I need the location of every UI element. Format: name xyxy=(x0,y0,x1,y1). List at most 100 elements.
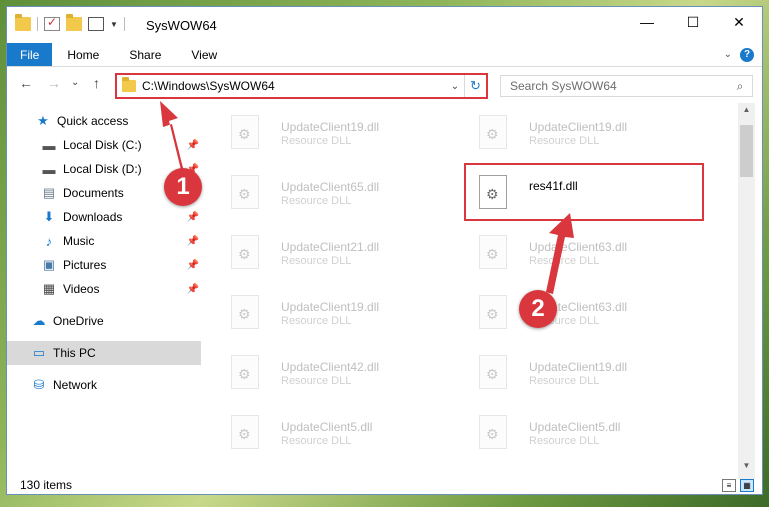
drive-icon: ▬ xyxy=(42,161,56,177)
pictures-icon: ▣ xyxy=(42,257,56,272)
ribbon-tabs: File Home Share View ⌄ ? xyxy=(7,43,762,67)
recent-locations-chevron-icon[interactable]: ⌄ xyxy=(71,77,79,88)
file-type: Resource DLL xyxy=(281,315,352,327)
back-arrow-icon[interactable]: ← xyxy=(19,75,33,91)
address-path[interactable]: C:\Windows\SysWOW64 xyxy=(142,79,446,93)
file-type: Resource DLL xyxy=(529,375,600,387)
annotation-badge-2: 2 xyxy=(519,290,557,328)
address-history-chevron-icon[interactable]: ⌄ xyxy=(446,81,464,92)
file-name: UpdateClient19.dll xyxy=(529,360,628,374)
pin-icon[interactable]: 📌 xyxy=(187,236,199,247)
sidebar-item-downloads[interactable]: ⬇ Downloads 📌 xyxy=(7,205,201,229)
sidebar-item-pictures[interactable]: ▣ Pictures 📌 xyxy=(7,253,201,277)
refresh-icon[interactable]: ↻ xyxy=(464,75,486,97)
minimize-button[interactable]: — xyxy=(624,7,670,37)
file-name: UpdateClient19.dll xyxy=(529,120,628,134)
file-item[interactable]: UpdateClient5.dll Resource DLL xyxy=(449,407,689,457)
sidebar-item-label: Local Disk (D:) xyxy=(63,162,142,176)
videos-icon: ▦ xyxy=(42,281,56,296)
search-input[interactable]: Search SysWOW64 xyxy=(501,79,728,93)
search-box[interactable]: Search SysWOW64 ⌕ xyxy=(500,75,753,97)
sidebar-item-label: Downloads xyxy=(63,210,123,224)
expand-ribbon-chevron-icon[interactable]: ⌄ xyxy=(724,49,732,60)
folder-icon xyxy=(122,77,136,92)
file-name: UpdateClient42.dll xyxy=(281,360,380,374)
tab-file[interactable]: File xyxy=(7,43,53,66)
address-bar[interactable]: C:\Windows\SysWOW64 ⌄ ↻ xyxy=(115,73,488,99)
highlight-box-res41f xyxy=(464,163,704,221)
tab-home[interactable]: Home xyxy=(52,43,114,66)
file-type: Resource DLL xyxy=(529,255,600,267)
new-folder-icon[interactable] xyxy=(66,14,82,31)
sidebar-item-label: This PC xyxy=(53,346,96,360)
pin-icon[interactable]: 📌 xyxy=(187,260,199,271)
sidebar-item-quick-access[interactable]: ★ Quick access xyxy=(7,109,201,133)
forward-arrow-icon[interactable]: → xyxy=(47,75,61,91)
up-arrow-icon[interactable]: ↑ xyxy=(93,75,100,91)
file-item[interactable]: UpdateClient63.dll Resource DLL xyxy=(449,227,689,277)
sidebar-item-label: Quick access xyxy=(57,114,129,128)
file-item[interactable]: UpdateClient5.dll Resource DLL xyxy=(201,407,441,457)
sidebar-item-onedrive[interactable]: ☁ OneDrive xyxy=(7,309,201,333)
pin-icon[interactable]: 📌 xyxy=(187,212,199,223)
pin-icon[interactable]: 📌 xyxy=(187,140,199,151)
toolbar-divider xyxy=(123,17,125,31)
file-item[interactable]: UpdateClient42.dll Resource DLL xyxy=(201,347,441,397)
customize-toolbar-chevron-icon[interactable]: ▼ xyxy=(110,20,118,29)
file-name: UpdateClient19.dll xyxy=(281,300,380,314)
dll-file-icon xyxy=(231,355,259,389)
sidebar-item-this-pc[interactable]: ▭ This PC xyxy=(7,341,201,365)
close-button[interactable]: ✕ xyxy=(716,7,762,37)
file-item[interactable]: UpdateClient19.dll Resource DLL xyxy=(449,107,689,157)
file-list: UpdateClient19.dll Resource DLL UpdateCl… xyxy=(201,101,737,477)
file-type: Resource DLL xyxy=(281,375,352,387)
navigation-pane: ★ Quick access ▬ Local Disk (C:) 📌 ▬ Loc… xyxy=(7,107,201,467)
network-icon: ⛁ xyxy=(33,377,45,392)
file-item[interactable]: UpdateClient65.dll Resource DLL xyxy=(201,167,441,217)
maximize-button[interactable]: ☐ xyxy=(670,7,716,37)
properties-check-icon[interactable] xyxy=(44,15,60,31)
dll-file-icon xyxy=(231,415,259,449)
sidebar-item-network[interactable]: ⛁ Network xyxy=(7,373,201,397)
scrollbar-thumb[interactable] xyxy=(740,125,753,177)
explorer-window: ▼ SysWOW64 — ☐ ✕ File Home Share View ⌄ … xyxy=(6,6,763,495)
tab-share[interactable]: Share xyxy=(114,43,176,66)
sidebar-item-label: Music xyxy=(63,234,95,248)
search-icon[interactable]: ⌕ xyxy=(728,79,752,94)
file-name: UpdateClient19.dll xyxy=(281,120,380,134)
sidebar-item-label: Videos xyxy=(63,282,100,296)
view-switcher: ≡ ▦ xyxy=(722,478,754,492)
title-bar: ▼ SysWOW64 — ☐ ✕ xyxy=(7,7,762,43)
tiles-view-icon[interactable]: ▦ xyxy=(740,478,754,492)
vertical-scrollbar[interactable]: ▲ ▼ xyxy=(738,103,755,479)
dll-file-icon xyxy=(231,115,259,149)
quick-access-toolbar: ▼ xyxy=(15,14,125,31)
sidebar-item-local-disk-c[interactable]: ▬ Local Disk (C:) 📌 xyxy=(7,133,201,157)
navigation-bar: ← → ⌄ ↑ C:\Windows\SysWOW64 ⌄ ↻ Search S… xyxy=(7,67,762,101)
music-icon: ♪ xyxy=(45,233,53,249)
scroll-up-arrow-icon[interactable]: ▲ xyxy=(738,105,755,121)
sidebar-item-label: Pictures xyxy=(63,258,107,272)
file-item[interactable]: UpdateClient21.dll Resource DLL xyxy=(201,227,441,277)
details-view-icon[interactable]: ≡ xyxy=(722,478,736,492)
sidebar-item-music[interactable]: ♪ Music 📌 xyxy=(7,229,201,253)
onedrive-icon: ☁ xyxy=(32,313,46,328)
pin-icon[interactable]: 📌 xyxy=(187,284,199,295)
file-item[interactable]: UpdateClient63.dll Resource DLL xyxy=(449,287,689,337)
sidebar-item-label: Local Disk (C:) xyxy=(63,138,142,152)
tab-view[interactable]: View xyxy=(176,43,232,66)
properties-icon[interactable] xyxy=(88,17,104,31)
status-bar: 130 items ≡ ▦ xyxy=(7,474,762,494)
file-type: Resource DLL xyxy=(281,255,352,267)
folder-icon xyxy=(15,14,31,31)
file-name: UpdateClient63.dll xyxy=(529,240,628,254)
file-item[interactable]: UpdateClient19.dll Resource DLL xyxy=(201,287,441,337)
documents-icon: ▤ xyxy=(42,185,56,200)
pc-icon: ▭ xyxy=(32,345,46,360)
sidebar-item-label: OneDrive xyxy=(53,314,104,328)
help-icon[interactable]: ? xyxy=(740,47,754,62)
file-item[interactable]: UpdateClient19.dll Resource DLL xyxy=(449,347,689,397)
sidebar-item-videos[interactable]: ▦ Videos 📌 xyxy=(7,277,201,301)
sidebar-item-label: Documents xyxy=(63,186,124,200)
file-item[interactable]: UpdateClient19.dll Resource DLL xyxy=(201,107,441,157)
